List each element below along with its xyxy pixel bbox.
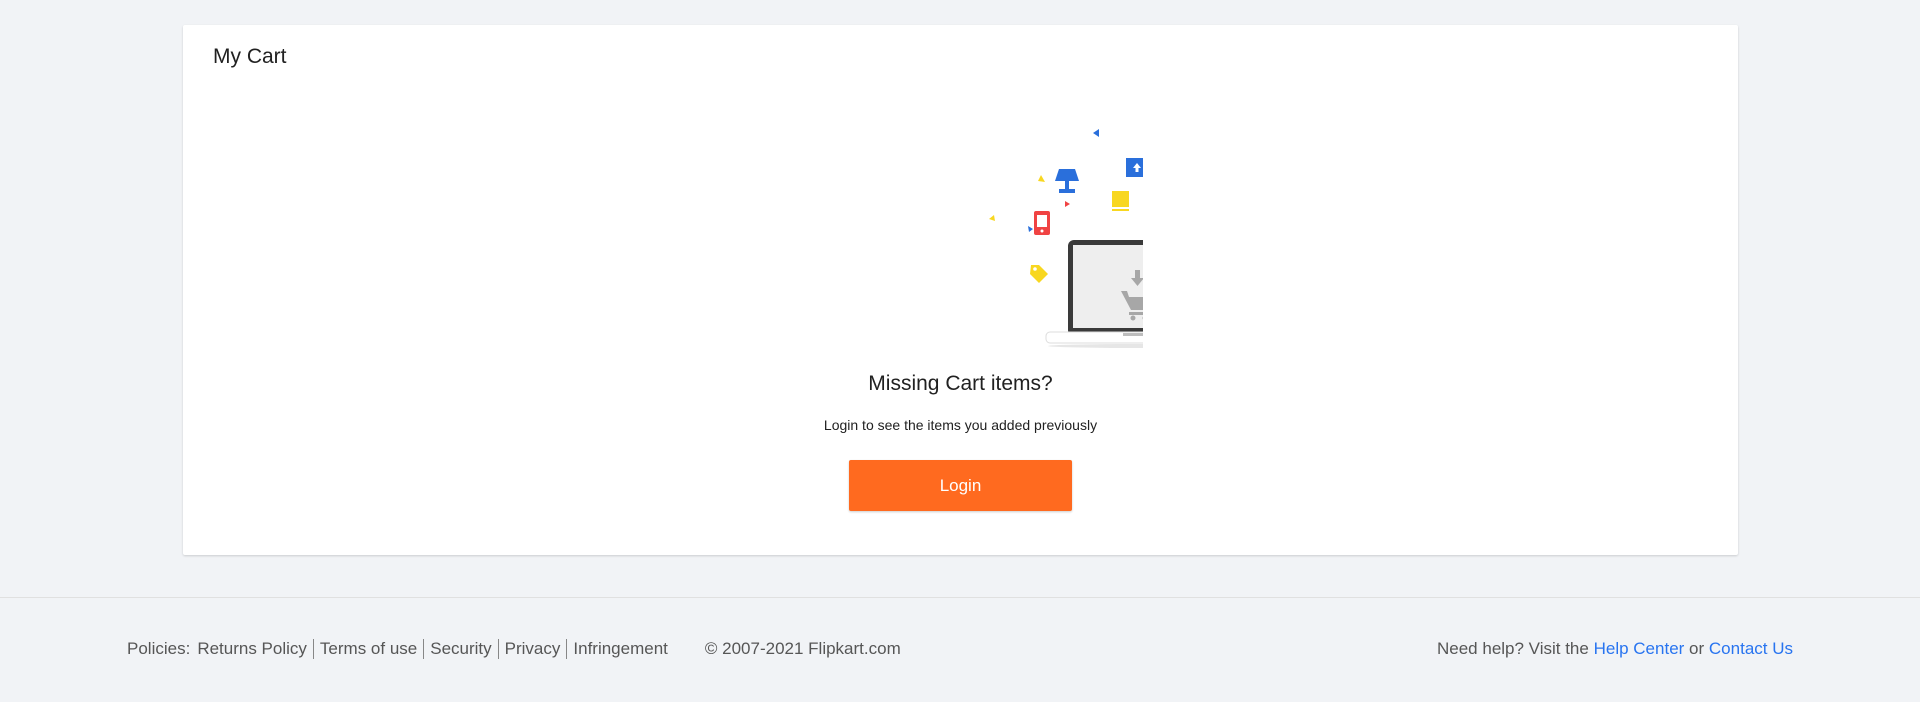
contact-us-link[interactable]: Contact Us bbox=[1709, 639, 1793, 658]
footer-help: Need help? Visit the Help Center or Cont… bbox=[1437, 639, 1793, 659]
copyright-text: © 2007-2021 Flipkart.com bbox=[704, 639, 901, 658]
lamp-icon bbox=[1055, 169, 1079, 193]
laptop-icon bbox=[1045, 240, 1143, 348]
triangle-decoration bbox=[1065, 201, 1070, 207]
cart-card: My Cart Missing Cart items? Login to see… bbox=[183, 25, 1738, 555]
empty-cart-heading: Missing Cart items? bbox=[868, 372, 1053, 395]
empty-cart-illustration bbox=[989, 129, 1143, 348]
login-button[interactable]: Login bbox=[849, 460, 1072, 511]
footer-policies: Policies: Returns Policy Terms of use Se… bbox=[127, 639, 901, 659]
empty-cart-subtext: Login to see the items you added previou… bbox=[823, 417, 1098, 433]
tag-icon bbox=[1030, 265, 1048, 283]
help-prefix-text: Need help? Visit the bbox=[1437, 639, 1589, 658]
triangle-decoration bbox=[1093, 129, 1099, 137]
security-link[interactable]: Security bbox=[423, 639, 497, 659]
help-center-link[interactable]: Help Center bbox=[1594, 639, 1685, 658]
tv-icon bbox=[1126, 158, 1143, 177]
or-text: or bbox=[1689, 639, 1705, 658]
footer: Policies: Returns Policy Terms of use Se… bbox=[0, 597, 1920, 702]
infringement-link[interactable]: Infringement bbox=[566, 639, 674, 659]
page-title: My Cart bbox=[213, 45, 287, 68]
policies-label: Policies: bbox=[127, 639, 191, 658]
triangle-decoration bbox=[1038, 175, 1045, 182]
privacy-link[interactable]: Privacy bbox=[497, 639, 567, 659]
book-icon bbox=[1112, 191, 1129, 211]
triangle-decoration bbox=[989, 215, 995, 221]
triangle-decoration bbox=[1028, 226, 1033, 232]
terms-of-use-link[interactable]: Terms of use bbox=[312, 639, 423, 659]
phone-icon bbox=[1034, 211, 1050, 235]
returns-policy-link[interactable]: Returns Policy bbox=[197, 639, 313, 659]
